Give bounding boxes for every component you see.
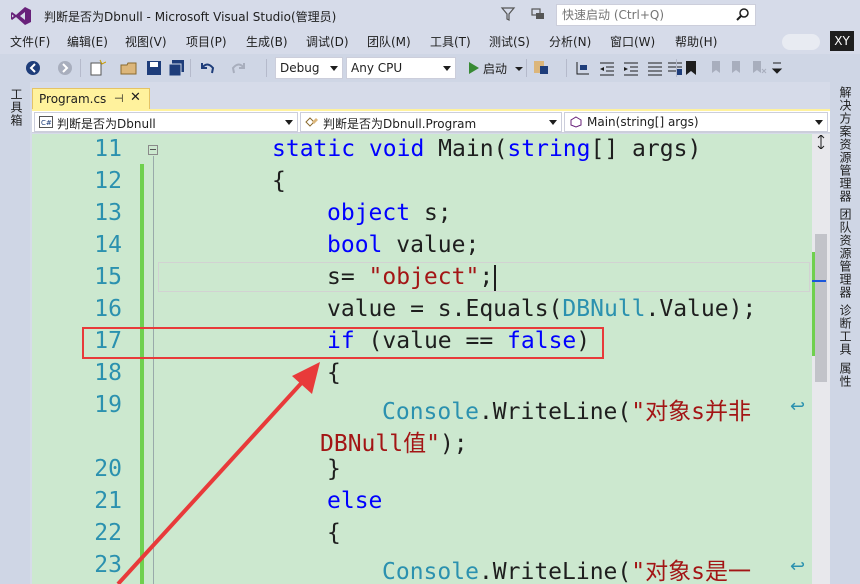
- line-number: 19: [94, 392, 122, 418]
- text-caret: [494, 265, 496, 291]
- menu-edit[interactable]: 编辑(E): [67, 33, 108, 50]
- tab-label: Program.cs: [39, 92, 107, 106]
- member-dropdown[interactable]: Main(string[] args): [564, 112, 828, 132]
- account-name[interactable]: [782, 34, 820, 50]
- search-icon[interactable]: [735, 7, 751, 23]
- close-tab-icon[interactable]: ✕: [130, 90, 141, 105]
- word-wrap-icon: ↩: [790, 396, 806, 417]
- standard-toolbar: Debug Any CPU: [0, 54, 860, 82]
- line-number: 22: [94, 520, 122, 546]
- line-number: 11: [94, 136, 122, 162]
- feedback-icon[interactable]: [530, 6, 546, 22]
- code-line-12: {: [272, 168, 286, 194]
- menu-project[interactable]: 项目(P): [186, 33, 227, 50]
- menu-file[interactable]: 文件(F): [10, 33, 50, 50]
- visual-studio-logo-icon: [11, 7, 31, 25]
- solution-explorer-icon[interactable]: [574, 59, 592, 77]
- line-number: 16: [94, 296, 122, 322]
- method-icon: [570, 116, 582, 128]
- quick-launch-box[interactable]: [556, 4, 756, 26]
- code-line-11: static void Main(string[] args): [272, 136, 702, 162]
- start-debugging-label[interactable]: 启动: [483, 60, 507, 77]
- menu-analyze[interactable]: 分析(N): [549, 33, 591, 50]
- menu-debug[interactable]: 调试(D): [306, 33, 349, 50]
- start-play-icon[interactable]: [464, 59, 482, 77]
- line-number: 18: [94, 360, 122, 386]
- code-navigation-bar: C# 判断是否为Dbnull 判断是否为Dbnull.Program Main(…: [32, 111, 830, 133]
- back-icon[interactable]: [24, 59, 42, 77]
- toolbox-panel-strip: 工具箱: [0, 82, 30, 584]
- menu-team[interactable]: 团队(M): [367, 33, 411, 50]
- class-dropdown[interactable]: 判断是否为Dbnull.Program: [300, 112, 562, 132]
- caret-position-marker: [812, 280, 826, 282]
- code-line-18: {: [327, 360, 341, 386]
- code-line-16: value = s.Equals(DBNull.Value);: [327, 296, 757, 322]
- title-bar: 判断是否为Dbnull - Microsoft Visual Studio(管理…: [0, 0, 860, 30]
- next-bookmark-icon[interactable]: [728, 59, 746, 77]
- quick-launch-input[interactable]: [557, 5, 727, 25]
- csharp-project-icon: C#: [39, 116, 53, 128]
- increase-indent-icon[interactable]: [622, 59, 640, 77]
- menu-test[interactable]: 测试(S): [489, 33, 530, 50]
- code-line-19-wrapped: DBNull值");: [320, 431, 468, 457]
- word-wrap-icon: ↩: [790, 556, 806, 577]
- code-line-14: bool value;: [327, 232, 480, 258]
- menu-build[interactable]: 生成(B): [246, 33, 288, 50]
- menu-window[interactable]: 窗口(W): [610, 33, 655, 50]
- forward-icon[interactable]: [56, 59, 74, 77]
- clear-bookmarks-icon[interactable]: [750, 59, 768, 77]
- line-number: 12: [94, 168, 122, 194]
- save-all-icon[interactable]: [168, 59, 186, 77]
- line-number: 20: [94, 456, 122, 482]
- new-project-icon[interactable]: [88, 59, 106, 77]
- project-dropdown[interactable]: C# 判断是否为Dbnull: [34, 112, 298, 132]
- code-editor[interactable]: 11 12 13 14 15 16 17 18 19 20 21 22 23 s…: [32, 134, 812, 584]
- code-line-13: object s;: [327, 200, 452, 226]
- outline-collapse-toggle[interactable]: [148, 145, 158, 155]
- class-icon: [305, 117, 318, 127]
- diagnostic-tools-tab[interactable]: 诊断工具: [837, 304, 854, 356]
- code-line-23: Console.WriteLine("对象s是一: [382, 559, 751, 584]
- previous-bookmark-icon[interactable]: [706, 59, 724, 77]
- line-number: 14: [94, 232, 122, 258]
- code-line-20: }: [327, 456, 341, 482]
- solution-platform-dropdown[interactable]: Any CPU: [346, 57, 456, 79]
- bookmark-icon[interactable]: [682, 59, 700, 77]
- change-tracking-bar: [140, 164, 144, 584]
- scrollbar-thumb[interactable]: [815, 234, 827, 382]
- side-panels-strip: 解决方案资源管理器 团队资源管理器 诊断工具 属性: [830, 82, 860, 584]
- menu-help[interactable]: 帮助(H): [675, 33, 717, 50]
- find-in-files-icon[interactable]: [532, 59, 550, 77]
- menu-view[interactable]: 视图(V): [125, 33, 167, 50]
- toolbar-overflow-icon[interactable]: [768, 59, 786, 77]
- toolbox-tab[interactable]: 工具箱: [8, 88, 25, 127]
- menu-bar: 文件(F) 编辑(E) 视图(V) 项目(P) 生成(B) 调试(D) 团队(M…: [0, 30, 860, 52]
- window-title: 判断是否为Dbnull - Microsoft Visual Studio(管理…: [44, 10, 337, 24]
- line-number: 21: [94, 488, 122, 514]
- undo-icon[interactable]: [198, 59, 216, 77]
- code-line-15: s= "object";: [327, 264, 494, 290]
- solution-configuration-dropdown[interactable]: Debug: [275, 57, 343, 79]
- decrease-indent-icon[interactable]: [598, 59, 616, 77]
- annotation-highlight-box: [82, 327, 604, 359]
- redo-icon[interactable]: [230, 59, 248, 77]
- properties-tab[interactable]: 属性: [837, 362, 854, 388]
- avatar[interactable]: XY: [830, 31, 854, 51]
- line-number: 15: [94, 264, 122, 290]
- code-line-22: {: [327, 520, 341, 546]
- menu-tools[interactable]: 工具(T): [430, 33, 471, 50]
- solution-explorer-tab[interactable]: 解决方案资源管理器: [837, 86, 854, 203]
- svg-text:C#: C#: [41, 119, 52, 127]
- comment-lines-icon[interactable]: [646, 59, 664, 77]
- filter-icon[interactable]: [500, 6, 516, 22]
- open-file-icon[interactable]: [120, 59, 138, 77]
- code-line-21: else: [327, 488, 383, 514]
- line-number: 23: [94, 552, 122, 578]
- save-icon[interactable]: [145, 59, 163, 77]
- code-line-19: Console.WriteLine("对象s并非: [382, 399, 751, 425]
- team-explorer-tab[interactable]: 团队资源管理器: [837, 208, 854, 299]
- line-number: 13: [94, 200, 122, 226]
- pin-tab-icon[interactable]: ⊣: [114, 92, 124, 105]
- split-window-icon[interactable]: [817, 135, 825, 149]
